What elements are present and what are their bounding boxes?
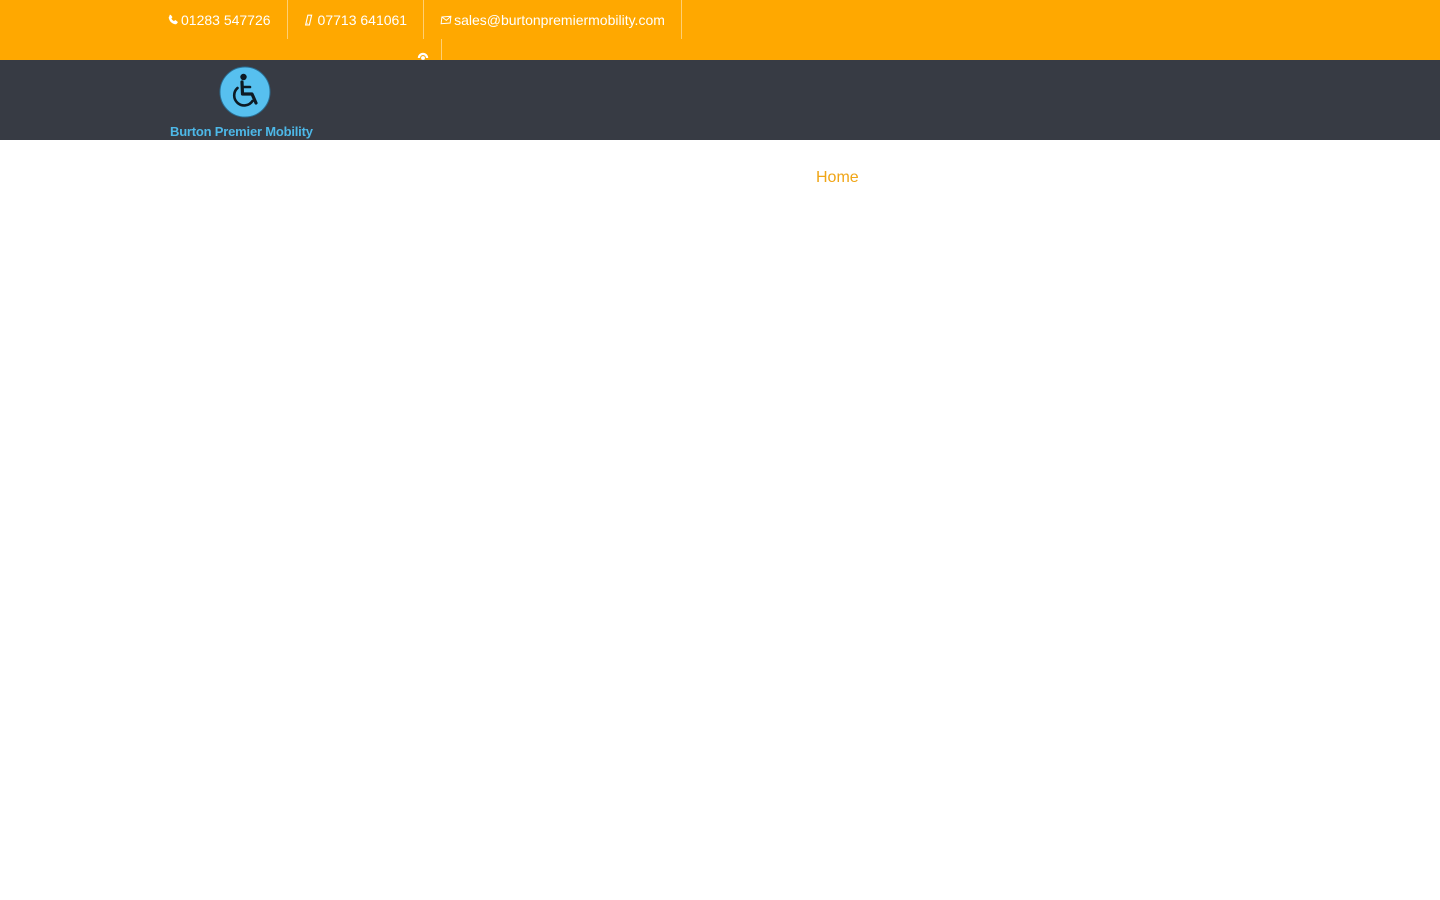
site-logo[interactable]: Burton Premier Mobility bbox=[168, 64, 328, 140]
phone-number: 01283 547726 bbox=[181, 11, 271, 28]
top-contact-bar: 01283 547726 07713 641061 sales@burtonpr… bbox=[0, 0, 1440, 60]
site-header: Burton Premier Mobility bbox=[0, 60, 1440, 140]
mobile-phone-icon bbox=[303, 13, 316, 27]
phone-link[interactable]: 01283 547726 bbox=[166, 0, 288, 39]
email-link[interactable]: sales@burtonpremiermobility.com bbox=[439, 0, 682, 39]
envelope-icon bbox=[439, 13, 452, 27]
social-link-icon bbox=[417, 52, 429, 60]
social-link[interactable] bbox=[412, 39, 442, 60]
email-address: sales@burtonpremiermobility.com bbox=[454, 11, 665, 28]
mobile-number: 07713 641061 bbox=[317, 11, 408, 28]
wheelchair-icon bbox=[219, 66, 271, 118]
mobile-link[interactable]: 07713 641061 bbox=[303, 0, 425, 39]
logo-text: Burton Premier Mobility bbox=[170, 124, 313, 139]
phone-icon bbox=[166, 13, 179, 27]
breadcrumb-home[interactable]: Home bbox=[816, 169, 859, 187]
contact-row: 01283 547726 07713 641061 sales@burtonpr… bbox=[166, 0, 697, 39]
